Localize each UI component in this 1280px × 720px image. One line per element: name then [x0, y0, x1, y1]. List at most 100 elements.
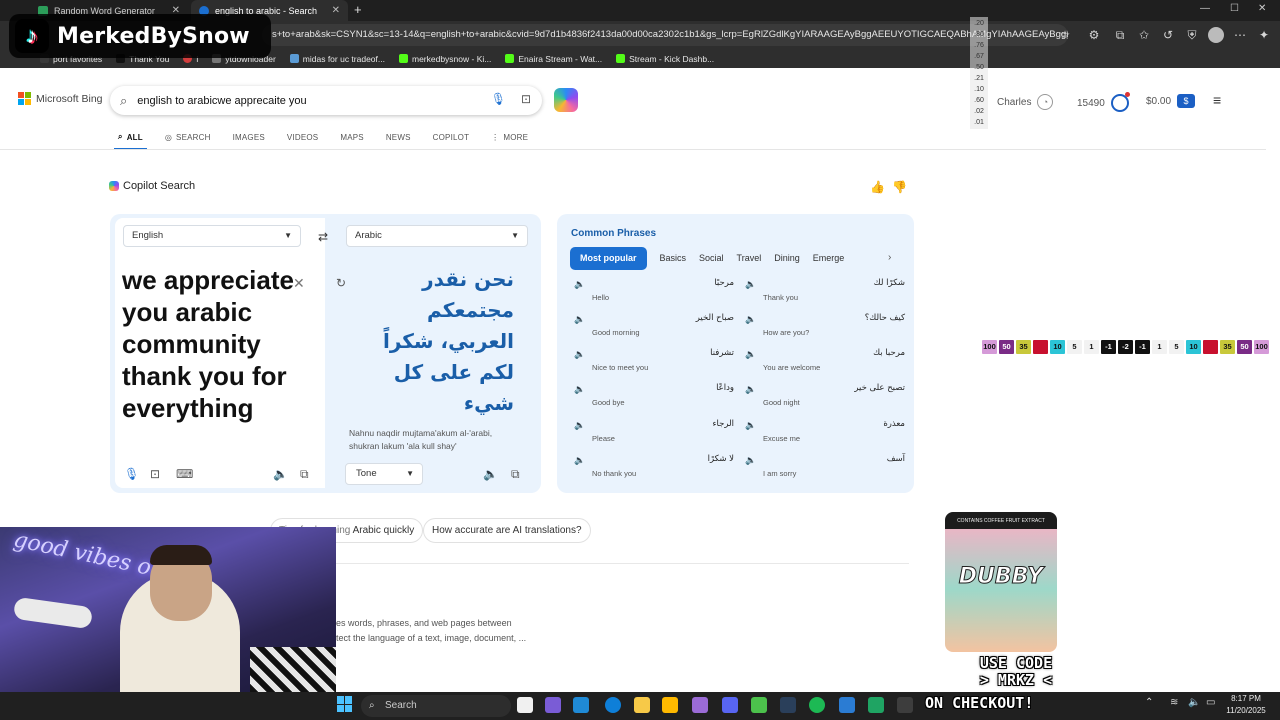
tab-news[interactable]: NEWS: [386, 128, 411, 146]
tab-search[interactable]: ◎ SEARCH: [165, 128, 211, 146]
score-cell: 35: [1220, 340, 1235, 354]
windows-start-icon[interactable]: [337, 696, 353, 712]
discord-icon[interactable]: [722, 697, 738, 713]
tab-social[interactable]: Social: [699, 247, 724, 270]
tab-videos[interactable]: VIDEOS: [287, 128, 318, 146]
phrase-item[interactable]: 🔈 كيف حالك؟ How are you?: [745, 313, 905, 344]
refresh-icon[interactable]: ↻: [336, 276, 346, 290]
app-icon[interactable]: [868, 697, 884, 713]
shield-icon[interactable]: ⛨: [1184, 27, 1200, 43]
maximize-icon[interactable]: ☐: [1230, 3, 1239, 14]
bing-logo[interactable]: Microsoft Bing: [18, 92, 103, 105]
clear-text-icon[interactable]: ✕: [293, 275, 305, 292]
copilot-sidebar-icon[interactable]: ✦: [1256, 27, 1272, 43]
app-icon[interactable]: [897, 697, 913, 713]
microphone-icon[interactable]: 🎙: [491, 92, 506, 106]
close-window-icon[interactable]: ✕: [1258, 3, 1266, 14]
thumbs-down-icon[interactable]: 👎: [892, 180, 907, 194]
app-icon[interactable]: [545, 697, 561, 713]
new-tab-button[interactable]: +: [354, 2, 362, 17]
app-icon[interactable]: [751, 697, 767, 713]
phrase-item[interactable]: 🔈 وداعًا Good bye: [574, 383, 734, 414]
target-language-select[interactable]: Arabic ▼: [346, 225, 528, 247]
phrase-item[interactable]: 🔈 صباح الخير Good morning: [574, 313, 734, 344]
tab-basics[interactable]: Basics: [660, 247, 687, 270]
tab-more[interactable]: ⋮ MORE: [491, 128, 528, 146]
source-text-input[interactable]: we appreciate you arabic community thank…: [122, 264, 298, 424]
search-box[interactable]: ⌕ english to arabicwe apprecaite you 🎙 ⊡: [110, 86, 542, 115]
history-icon[interactable]: ↺: [1160, 27, 1176, 43]
rewards-button[interactable]: 15490: [1077, 92, 1130, 112]
battery-icon[interactable]: ▭: [1206, 697, 1215, 708]
microphone-icon[interactable]: 🎙: [124, 467, 139, 481]
copilot-app-icon[interactable]: [692, 697, 708, 713]
phrase-item[interactable]: 🔈 تشرفنا Nice to meet you: [574, 348, 734, 379]
score-cell: 35: [1016, 340, 1031, 354]
edge-icon[interactable]: [605, 697, 621, 713]
favorite-link[interactable]: midas for uc tradeof...: [289, 54, 385, 64]
close-tab-icon[interactable]: ✕: [332, 5, 340, 16]
tone-select[interactable]: Tone ▼: [345, 463, 423, 485]
taskbar-search[interactable]: ⌕ Search: [361, 695, 511, 717]
tab-dining[interactable]: Dining: [774, 247, 800, 270]
profile-avatar-icon[interactable]: [1208, 27, 1224, 43]
copy-icon[interactable]: ⧉: [511, 467, 520, 482]
more-menu-icon[interactable]: ⋯: [1232, 27, 1248, 43]
balance-amount: $0.00: [1146, 95, 1172, 107]
file-explorer-icon[interactable]: [634, 697, 650, 713]
split-screen-icon[interactable]: ⧉: [1112, 27, 1128, 43]
taskbar-clock[interactable]: 8:17 PM 11/20/2025: [1222, 693, 1270, 717]
tab-travel[interactable]: Travel: [737, 247, 762, 270]
favorite-link[interactable]: Enaira Stream - Wat...: [505, 54, 602, 64]
sign-in-button[interactable]: Charles ◔: [997, 94, 1054, 110]
phrase-item[interactable]: 🔈 مرحبًا Hello: [574, 278, 734, 309]
score-cell: 100: [1254, 340, 1269, 354]
phrase-item[interactable]: 🔈 آسف I am sorry: [745, 454, 905, 485]
facebook-icon[interactable]: [839, 697, 855, 713]
task-view-icon[interactable]: [517, 697, 533, 713]
extension-icon[interactable]: ⚙: [1086, 27, 1102, 43]
visual-search-icon[interactable]: ⊡: [521, 92, 531, 106]
phrase-item[interactable]: 🔈 شكرًا لك Thank you: [745, 278, 905, 309]
source-language-select[interactable]: English ▼: [123, 225, 301, 247]
steam-icon[interactable]: [780, 697, 796, 713]
menu-icon[interactable]: ≡: [1213, 93, 1228, 107]
keyboard-icon[interactable]: ⌨: [176, 467, 193, 481]
tab-most-popular[interactable]: Most popular: [570, 247, 647, 270]
phrase-item[interactable]: 🔈 تصبح على خير Good night: [745, 383, 905, 414]
tab-emergency[interactable]: Emerge: [813, 247, 845, 270]
phrase-item[interactable]: 🔈 لا شكرًا No thank you: [574, 454, 734, 485]
balance-button[interactable]: $0.00 $: [1146, 94, 1196, 108]
tab-all[interactable]: ⌕ ALL: [114, 128, 147, 150]
wifi-icon[interactable]: ≋: [1170, 697, 1178, 708]
tray-chevron-icon[interactable]: ⌃: [1145, 697, 1153, 708]
tab-copilot[interactable]: COPILOT: [433, 128, 470, 146]
suggestion-chip[interactable]: How accurate are AI translations?: [423, 518, 591, 543]
volume-icon[interactable]: 🔈: [1188, 697, 1200, 708]
speaker-icon[interactable]: 🔈: [273, 467, 288, 481]
minimize-icon[interactable]: —: [1200, 3, 1210, 14]
spotify-icon[interactable]: [809, 697, 825, 713]
favorite-star-icon[interactable]: ☆: [1057, 27, 1073, 43]
search-input[interactable]: english to arabicwe apprecaite you: [137, 95, 306, 107]
store-icon[interactable]: [662, 697, 678, 713]
phrase-item[interactable]: 🔈 الرجاء Please: [574, 419, 734, 450]
phrase-item[interactable]: 🔈 مرحبا بك You are welcome: [745, 348, 905, 379]
copy-icon[interactable]: ⧉: [300, 467, 309, 482]
thumbs-up-icon[interactable]: 👍: [870, 180, 885, 194]
tab-maps[interactable]: MAPS: [340, 128, 363, 146]
camera-translate-icon[interactable]: ⊡: [150, 467, 160, 481]
favorites-icon[interactable]: ✩: [1136, 27, 1152, 43]
favorite-link[interactable]: Stream - Kick Dashb...: [616, 54, 714, 64]
copilot-search-icon: ◎: [164, 132, 173, 142]
copilot-button[interactable]: [554, 88, 578, 112]
chevron-right-icon[interactable]: ›: [888, 252, 891, 263]
swap-languages-icon[interactable]: ⇄: [318, 230, 328, 244]
favorite-link[interactable]: merkedbysnow - Ki...: [398, 54, 491, 64]
webcam-feed: good vibes only: [0, 527, 336, 692]
phrase-item[interactable]: 🔈 معذرة Excuse me: [745, 419, 905, 450]
tab-images[interactable]: IMAGES: [233, 128, 265, 146]
app-icon[interactable]: [573, 697, 589, 713]
address-bar[interactable]: s+to+arab&sk=CSYN1&sc=13-14&q=english+to…: [262, 24, 1068, 46]
speaker-icon[interactable]: 🔈: [483, 467, 498, 481]
